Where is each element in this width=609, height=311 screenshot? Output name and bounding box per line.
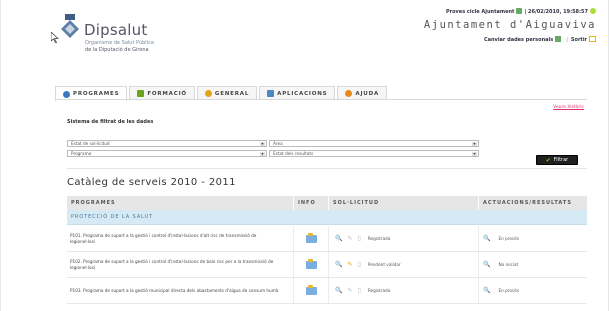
program-name: P103. Programa de suport a la gestió mun…: [70, 287, 279, 293]
actuacions-cell: 🔍 En procés: [479, 278, 587, 303]
table-row: P102. Programa de suport a la gestió i c…: [67, 252, 587, 278]
dropdown-arrow-icon: ▾: [472, 141, 477, 146]
select-estat-resultats[interactable]: Estat dels resultats ▾: [269, 150, 479, 157]
table-row: P101. Programa de suport a la gestió i c…: [67, 226, 587, 252]
logo-emblem-icon: [61, 14, 79, 38]
actuacions-cell: 🔍 En procés: [479, 226, 587, 251]
search-icon[interactable]: 🔍: [483, 235, 490, 242]
document-icon[interactable]: ▯: [358, 235, 361, 242]
dropdown-arrow-icon: ▾: [260, 141, 265, 146]
change-personal-data-link[interactable]: Canviar dades personals: [484, 37, 553, 43]
logo-subtitle: Organisme de Salut Pública: [85, 40, 154, 46]
search-icon[interactable]: 🔍: [483, 261, 490, 268]
solicitud-cell: 🔍 ✎ ▯ Registrada: [329, 226, 469, 251]
session-date: | 26/02/2010, 19:58:57: [524, 9, 588, 15]
tab-label: AJUDA: [355, 90, 379, 97]
programes-icon: [63, 90, 70, 98]
user-edit-icon[interactable]: [555, 36, 562, 42]
info-button[interactable]: [295, 226, 327, 251]
result-status: No iniciat: [498, 262, 519, 267]
view-icon[interactable]: 🔍: [335, 235, 342, 242]
mouse-cursor-icon: [51, 32, 59, 43]
logout-icon[interactable]: [589, 36, 596, 42]
dropdown-arrow-icon: ▾: [260, 151, 265, 156]
dipsalut-logo[interactable]: Dipsalut Organisme de Salut Pública de l…: [51, 14, 191, 53]
help-icon: [345, 90, 353, 97]
dropdown-arrow-icon: ▾: [472, 151, 477, 156]
filter-button-label: Filtrar: [553, 157, 569, 163]
tab-aplicacions[interactable]: APLICACIONS: [259, 86, 336, 100]
result-status: En procés: [498, 288, 520, 293]
filter-button[interactable]: ✔ Filtrar: [536, 155, 578, 165]
header-links: Canviar dades personals | Sortir: [484, 36, 596, 43]
info-button[interactable]: [295, 252, 327, 277]
pencil-icon: [137, 90, 145, 97]
col-header-solicitud: SOL·LICITUD: [329, 196, 478, 210]
folder-icon: [305, 258, 317, 269]
app-window: { "header": { "logo_title": "Dipsalut", …: [0, 0, 609, 311]
view-icon[interactable]: 🔍: [335, 261, 342, 268]
user-session-info: Proves cicle Ajuntament | 26/02/2010, 19:…: [446, 8, 596, 15]
program-name: P102. Programa de suport a la gestió i c…: [70, 258, 274, 270]
catalog-title: Catàleg de serveis 2010 - 2011: [67, 177, 236, 188]
view-icon[interactable]: 🔍: [335, 287, 342, 294]
col-header-info: INFO: [294, 196, 328, 210]
info-button[interactable]: [295, 278, 327, 303]
edit-pencil-icon[interactable]: ✎: [347, 235, 352, 242]
check-icon: ✔: [545, 156, 551, 164]
document-icon[interactable]: ▯: [358, 287, 361, 294]
tab-label: GENERAL: [214, 90, 250, 97]
tab-general[interactable]: GENERAL: [196, 86, 258, 100]
col-header-programes: PROGRAMES: [67, 196, 293, 210]
search-icon[interactable]: 🔍: [483, 287, 490, 294]
institution-name: Ajuntament d'Aiguaviva: [423, 19, 596, 31]
separator: |: [566, 37, 568, 43]
tab-ajuda[interactable]: AJUDA: [337, 86, 387, 100]
select-value: Programa: [71, 151, 92, 156]
folder-icon: [305, 284, 317, 295]
filter-divider: [67, 168, 587, 169]
edit-pencil-icon[interactable]: ✎: [347, 287, 352, 294]
solicitud-status: Registrada: [367, 288, 391, 293]
general-icon: [204, 90, 212, 97]
select-value: Estat dels resultats: [273, 151, 314, 156]
filter-title: Sistema de filtrat de les dades: [67, 119, 154, 125]
status-icon: [590, 8, 596, 14]
user-icon: [516, 8, 523, 14]
logo-title: Dipsalut: [84, 21, 148, 39]
column-separator: [293, 226, 294, 251]
tab-formacio[interactable]: FORMACIÓ: [129, 86, 195, 100]
solicitud-status: Pendent validar: [367, 262, 401, 267]
document-icon[interactable]: ▯: [358, 261, 361, 268]
edit-pencil-icon[interactable]: ✎: [347, 261, 352, 268]
logo-subtitle-2: de la Diputació de Girona: [85, 47, 149, 53]
table-row: P103. Programa de suport a la gestió mun…: [67, 278, 587, 304]
tab-label: PROGRAMES: [73, 91, 120, 97]
select-estat-solicitud[interactable]: Estat de sol·licitud ▾: [67, 140, 267, 147]
column-separator: [293, 278, 294, 303]
select-area[interactable]: Àrea ▾: [269, 140, 479, 147]
select-value: Estat de sol·licitud: [71, 141, 110, 146]
tab-label: APLICACIONS: [277, 90, 328, 97]
solicitud-cell: 🔍 ✎ ▯ Registrada: [329, 278, 469, 303]
select-programa[interactable]: Programa ▾: [67, 150, 267, 157]
user-name: Proves cicle Ajuntament: [445, 9, 515, 15]
select-value: Àrea: [273, 141, 283, 146]
solicitud-cell: 🔍 ✎ ▯ Pendent validar: [329, 252, 469, 277]
main-tabs: PROGRAMES FORMACIÓ GENERAL APLICACIONS A…: [55, 86, 389, 101]
result-status: En procés: [498, 236, 520, 241]
solicitud-status: Registrada: [367, 236, 391, 241]
program-name: P101. Programa de suport a la gestió i c…: [70, 232, 257, 244]
actuacions-cell: 🔍 No iniciat: [479, 252, 587, 277]
logout-link[interactable]: Sortir: [571, 37, 587, 43]
folder-icon: [305, 232, 317, 243]
section-proteccio-salut: PROTECCIÓ DE LA SALUT: [67, 210, 587, 225]
tab-label: FORMACIÓ: [147, 90, 187, 97]
column-separator: [293, 252, 294, 277]
col-header-actuacions: ACTUACIONS/RESULTATS: [479, 196, 587, 210]
view-history-link[interactable]: Veure històric: [553, 105, 584, 110]
chart-icon: [267, 90, 275, 97]
tab-divider: [55, 99, 587, 100]
filter-panel: Sistema de filtrat de les dades: [67, 119, 587, 129]
